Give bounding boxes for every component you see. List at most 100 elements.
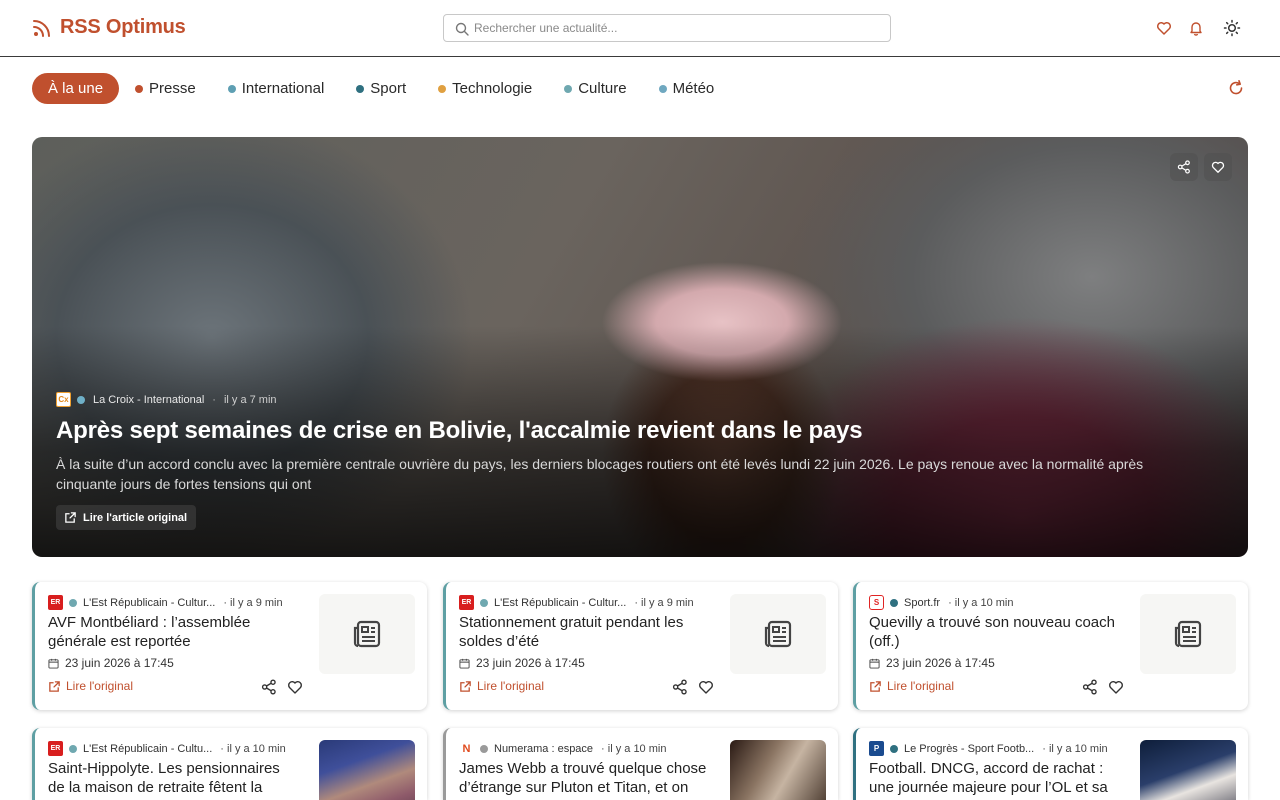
hero-time-ago: il y a 7 min — [223, 393, 277, 406]
theme-sun-icon[interactable] — [1222, 18, 1242, 38]
card-title[interactable]: Saint-Hippolyte. Les pensionnaires de la… — [48, 759, 298, 800]
card-title[interactable]: Stationnement gratuit pendant les soldes… — [459, 613, 709, 651]
app-title: RSS Optimus — [60, 16, 186, 38]
card-date: 23 juin 2026 à 17:45 — [48, 656, 174, 670]
category-dot — [890, 598, 898, 607]
tab-label: À la une — [48, 80, 104, 97]
hero-description: À la suite d’un accord conclu avec la pr… — [56, 456, 1144, 492]
read-original-link[interactable]: Lire l'original — [48, 679, 133, 693]
read-label: Lire l'original — [66, 679, 133, 693]
card-title[interactable]: Quevilly a trouvé son nouveau coach (off… — [869, 613, 1119, 651]
tab-label: Technologie — [452, 80, 533, 97]
read-original-link[interactable]: Lire l'original — [869, 679, 954, 693]
tab-sport[interactable]: Sport — [340, 73, 422, 104]
tab-label: Météo — [672, 80, 715, 97]
card-title[interactable]: Football. DNCG, accord de rachat : une j… — [869, 759, 1119, 797]
refresh-icon[interactable] — [1227, 79, 1245, 97]
heart-icon[interactable] — [287, 679, 303, 695]
tab-technologie[interactable]: Technologie — [422, 73, 548, 104]
favorites-heart-icon[interactable] — [1154, 18, 1174, 38]
card-source[interactable]: L'Est Républicain - Cultur... — [83, 597, 215, 609]
search-box[interactable] — [443, 14, 891, 42]
tab-presse[interactable]: Presse — [119, 73, 212, 104]
date-text: 23 juin 2026 à 17:45 — [476, 656, 585, 670]
category-dot — [77, 395, 85, 404]
card-meta: ER L'Est Républicain - Cultur... · il y … — [459, 595, 694, 610]
calendar-icon — [48, 658, 59, 669]
card-title[interactable]: AVF Montbéliard : l’assemblée générale e… — [48, 613, 298, 651]
search-input[interactable] — [474, 15, 874, 41]
article-card[interactable]: S Sport.fr · il y a 10 min Quevilly a tr… — [853, 582, 1248, 710]
read-original-link[interactable]: Lire l'original — [459, 679, 544, 693]
card-source[interactable]: L'Est Républicain - Cultu... — [83, 743, 212, 755]
source-logo: ER — [459, 595, 474, 610]
share-icon — [1177, 160, 1190, 174]
hero-title[interactable]: Après sept semaines de crise en Bolivie,… — [56, 417, 863, 445]
category-dot — [890, 744, 898, 753]
category-dot — [69, 598, 77, 607]
card-source[interactable]: Sport.fr — [904, 597, 940, 609]
app-logo[interactable]: RSS Optimus — [32, 16, 186, 39]
external-link-icon — [49, 680, 60, 692]
share-icon[interactable] — [1082, 679, 1098, 695]
tab-label: Presse — [149, 80, 196, 97]
read-label: Lire l'original — [477, 679, 544, 693]
tab-label: Sport — [370, 80, 407, 97]
rss-icon — [33, 19, 50, 37]
category-dot — [227, 84, 236, 93]
card-date: 23 juin 2026 à 17:45 — [869, 656, 995, 670]
tab-meteo[interactable]: Météo — [643, 73, 731, 104]
external-link-icon — [65, 512, 76, 523]
article-card[interactable]: P Le Progrès - Sport Footb... · il y a 1… — [853, 728, 1248, 800]
category-dot — [438, 84, 447, 93]
card-date: 23 juin 2026 à 17:45 — [459, 656, 585, 670]
source-logo: Cx — [56, 392, 71, 407]
card-source[interactable]: Numerama : espace — [494, 743, 593, 755]
card-title[interactable]: James Webb a trouvé quelque chose d’étra… — [459, 759, 709, 800]
source-logo: N — [462, 742, 471, 755]
card-source[interactable]: L'Est Républicain - Cultur... — [494, 597, 626, 609]
hero-source[interactable]: La Croix - International — [93, 394, 204, 406]
search-icon — [455, 22, 469, 36]
source-logo: P — [869, 741, 884, 756]
card-time-ago: · il y a 9 min — [634, 596, 694, 609]
share-icon[interactable] — [261, 679, 277, 695]
category-dot — [135, 84, 144, 93]
notifications-bell-icon[interactable] — [1186, 18, 1206, 38]
category-dot — [480, 744, 488, 753]
card-meta: N Numerama : espace · il y a 10 min — [459, 741, 667, 756]
featured-article[interactable]: Cx La Croix - International · il y a 7 m… — [32, 137, 1248, 557]
hero-like-button[interactable] — [1204, 153, 1232, 181]
tab-international[interactable]: International — [212, 73, 341, 104]
card-meta: P Le Progrès - Sport Footb... · il y a 1… — [869, 741, 1108, 756]
card-time-ago: · il y a 10 min — [601, 742, 667, 755]
article-card[interactable]: ER L'Est Républicain - Cultur... · il y … — [443, 582, 838, 710]
card-meta: ER L'Est Républicain - Cultur... · il y … — [48, 595, 283, 610]
read-label: Lire l'article original — [83, 511, 188, 524]
heart-icon[interactable] — [1108, 679, 1124, 695]
card-meta: S Sport.fr · il y a 10 min — [869, 595, 1014, 610]
tab-a-la-une[interactable]: À la une — [32, 73, 120, 104]
heart-icon[interactable] — [698, 679, 714, 695]
article-thumbnail — [1140, 594, 1236, 674]
category-tabs: À la une Presse International Sport Tech… — [32, 73, 730, 104]
tab-culture[interactable]: Culture — [548, 73, 642, 104]
card-time-ago: · il y a 10 min — [220, 742, 286, 755]
hero-read-original-button[interactable]: Lire l'article original — [56, 505, 197, 530]
app-header: RSS Optimus — [0, 0, 1280, 57]
article-card[interactable]: ER L'Est Républicain - Cultur... · il y … — [32, 582, 427, 710]
card-time-ago: · il y a 9 min — [223, 596, 283, 609]
card-source[interactable]: Le Progrès - Sport Footb... — [904, 743, 1034, 755]
external-link-icon — [460, 680, 471, 692]
read-label: Lire l'original — [887, 679, 954, 693]
share-icon[interactable] — [672, 679, 688, 695]
external-link-icon — [870, 680, 881, 692]
source-logo: ER — [48, 741, 63, 756]
source-logo: ER — [48, 595, 63, 610]
article-card[interactable]: ER L'Est Républicain - Cultu... · il y a… — [32, 728, 427, 800]
article-thumbnail — [730, 740, 826, 800]
hero-share-button[interactable] — [1170, 153, 1198, 181]
heart-icon — [1211, 161, 1225, 173]
category-dot — [658, 84, 667, 93]
article-card[interactable]: N Numerama : espace · il y a 10 min Jame… — [443, 728, 838, 800]
